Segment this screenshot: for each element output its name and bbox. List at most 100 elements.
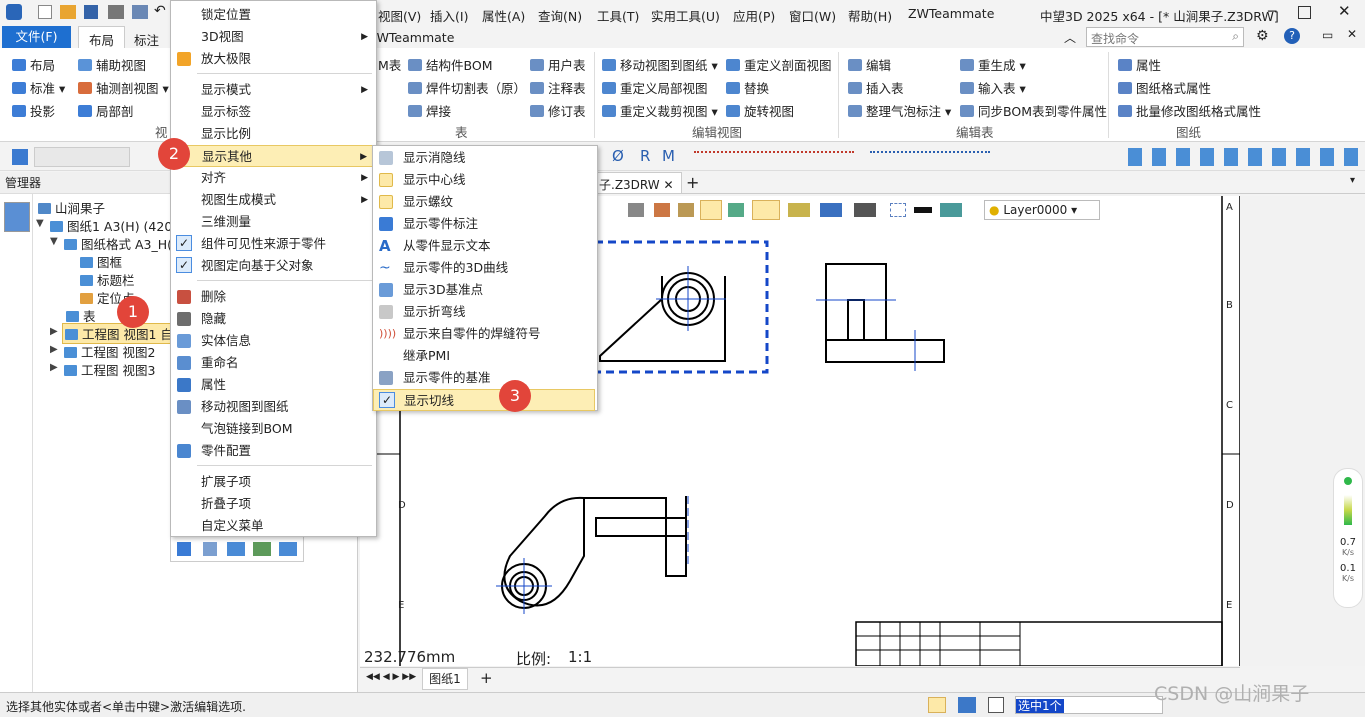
menu-entity-info[interactable]: 实体信息 [171,330,376,352]
expand-chevron-icon[interactable]: ▶ [50,326,58,337]
ribbon-axo-section-button[interactable]: 轴测剖视图 ▾ [78,78,169,97]
settings-gear-icon[interactable]: ⚙ [1256,28,1269,44]
add-sheet-icon[interactable]: + [480,669,493,687]
close-doc-icon[interactable]: ✕ [1347,27,1357,41]
menu-apps[interactable]: 应用(P) [733,6,775,25]
submenu-show-3d-curves[interactable]: ~ 显示零件的3D曲线 [373,257,597,279]
ribbon-redefine-local-button[interactable]: 重定义局部视图 [602,78,708,97]
minimize-icon[interactable]: ─ [1268,4,1276,20]
menu-balloon-link-bom[interactable]: 气泡链接到BOM [171,418,376,440]
menu-show-scale[interactable]: 显示比例 [171,123,376,145]
ribbon-note-table-button[interactable]: 注释表 [530,78,586,97]
ribbon-redefine-section-button[interactable]: 重定义剖面视图 [726,55,832,74]
m-symbol-icon[interactable]: M [662,147,675,165]
restore-icon[interactable]: ▭ [1322,28,1333,42]
list-icon[interactable] [988,697,1004,713]
ribbon-import-table-button[interactable]: 输入表 ▾ [960,78,1026,97]
submenu-show-hidden-lines[interactable]: 显示消隐线 [373,147,597,169]
ribbon-projection-button[interactable]: 投影 [12,101,55,120]
ribbon-tidy-balloon-button[interactable]: 整理气泡标注 ▾ [848,101,951,120]
menu-tools[interactable]: 工具(T) [597,6,639,25]
ribbon-move-view-button[interactable]: 移动视图到图纸 ▾ [602,55,718,74]
ribbon-m-table-button[interactable]: M表 [378,55,401,74]
ribbon-layout-button[interactable]: 布局 [12,55,55,74]
undo-icon[interactable]: ↶ [154,3,166,19]
ribbon-struct-bom-button[interactable]: 结构件BOM [408,55,492,74]
mini-tool-icon[interactable] [177,542,191,556]
sheet-nav-icons[interactable]: ◀◀ ◀ ▶ ▶▶ [366,672,416,682]
tree-root[interactable]: 山涧果子 [38,198,105,217]
print-preview-icon[interactable] [132,5,148,19]
ribbon-edit-button[interactable]: 编辑 [848,55,891,74]
menu-move-view-to-sheet[interactable]: 移动视图到图纸 [171,396,376,418]
menu-view-gen-mode[interactable]: 视图生成模式 ▶ [171,189,376,211]
close-icon[interactable]: ✕ [1338,2,1351,20]
menu-zoom-extents[interactable]: 放大极限 [171,48,376,70]
tree-title-block[interactable]: 标题栏 [80,270,135,289]
menu-insert[interactable]: 插入(I) [430,6,468,25]
menu-view-orient-parent[interactable]: ✓ 视图定向基于父对象 [171,255,376,277]
new-file-icon[interactable] [38,5,52,19]
command-search-input[interactable]: 查找命令 ⌕ [1086,27,1244,47]
expand-chevron-icon[interactable]: ▼ [36,218,44,229]
menu-expand-children[interactable]: 扩展子项 [171,471,376,493]
status-tool-icon[interactable] [928,697,946,713]
save-icon[interactable] [84,5,98,19]
menu-query[interactable]: 查询(N) [538,6,582,25]
tab-teammate[interactable]: ZWTeammate [368,30,454,45]
menu-display-mode[interactable]: 显示模式 ▶ [171,79,376,101]
submenu-show-part-datums[interactable]: 显示零件的基准 [373,367,597,389]
mini-tool-icon[interactable] [227,542,245,556]
menu-show-label[interactable]: 显示标签 [171,101,376,123]
add-tab-icon[interactable]: + [686,173,699,192]
mini-tool-icon[interactable] [253,542,271,556]
submenu-show-tangent-lines[interactable]: ✓ 显示切线 [373,389,595,411]
tolerance-format-icons[interactable] [694,151,854,159]
ribbon-standard-button[interactable]: 标准 ▾ [12,78,65,97]
close-tab-icon[interactable]: ✕ [663,178,673,192]
menu-delete[interactable]: 删除 [171,286,376,308]
submenu-show-weld-symbols[interactable]: )))) 显示来自零件的焊缝符号 [373,323,597,345]
menu-align[interactable]: 对齐 ▶ [171,167,376,189]
quick-toolbar-icons[interactable] [1128,148,1364,166]
ribbon-batch-format-button[interactable]: 批量修改图纸格式属性 [1118,101,1261,120]
submenu-show-bend-lines[interactable]: 显示折弯线 [373,301,597,323]
filter-icon[interactable] [12,149,28,165]
menu-hide[interactable]: 隐藏 [171,308,376,330]
menu-lock-position[interactable]: 锁定位置 [171,4,376,26]
maximize-icon[interactable] [1298,6,1311,19]
ribbon-user-table-button[interactable]: 用户表 [530,55,586,74]
submenu-show-part-text[interactable]: A 从零件显示文本 [373,235,597,257]
mini-toolbar[interactable] [170,536,304,562]
open-folder-icon[interactable] [60,5,76,19]
tab-file[interactable]: 文件(F) [2,26,71,48]
submenu-show-threads[interactable]: 显示螺纹 [373,191,597,213]
menu-window[interactable]: 窗口(W) [789,6,836,25]
menu-rename[interactable]: 重命名 [171,352,376,374]
menu-view[interactable]: 视图(V) [378,6,421,25]
menu-show-other[interactable]: 显示其他 ▶ [171,145,376,167]
ribbon-rotate-view-button[interactable]: 旋转视图 [726,101,794,120]
mini-tool-icon[interactable] [279,542,297,556]
ribbon-redefine-crop-button[interactable]: 重定义裁剪视图 ▾ [602,101,718,120]
menu-custom[interactable]: 自定义菜单 [171,515,376,537]
ribbon-properties-button[interactable]: 属性 [1118,55,1161,74]
expand-chevron-icon[interactable]: ▼ [50,236,58,247]
tab-dropdown-icon[interactable]: ▾ [1350,175,1355,186]
submenu-show-3d-datum-points[interactable]: 显示3D基准点 [373,279,597,301]
doc-tab[interactable]: 子.Z3DRW ✕ [592,172,682,194]
tree-view2[interactable]: 工程图 视图2 [64,342,155,361]
tree-view3[interactable]: 工程图 视图3 [64,360,155,379]
submenu-show-centerlines[interactable]: 显示中心线 [373,169,597,191]
menu-teammate[interactable]: ZWTeammate [908,6,994,21]
ribbon-weld-button[interactable]: 焊接 [408,101,451,120]
ribbon-revision-table-button[interactable]: 修订表 [530,101,586,120]
ribbon-weld-cut-button[interactable]: 焊件切割表（原） [408,78,526,97]
ribbon-local-section-button[interactable]: 局部剖 [78,101,134,120]
collapse-ribbon-icon[interactable]: ︿ [1064,29,1076,46]
submenu-show-part-dims[interactable]: 显示零件标注 [373,213,597,235]
tree-sheet-format[interactable]: 图纸格式 A3_H(C [64,234,181,253]
mini-tool-icon[interactable] [203,542,217,556]
ribbon-insert-table-button[interactable]: 插入表 [848,78,904,97]
menu-collapse-children[interactable]: 折叠子项 [171,493,376,515]
